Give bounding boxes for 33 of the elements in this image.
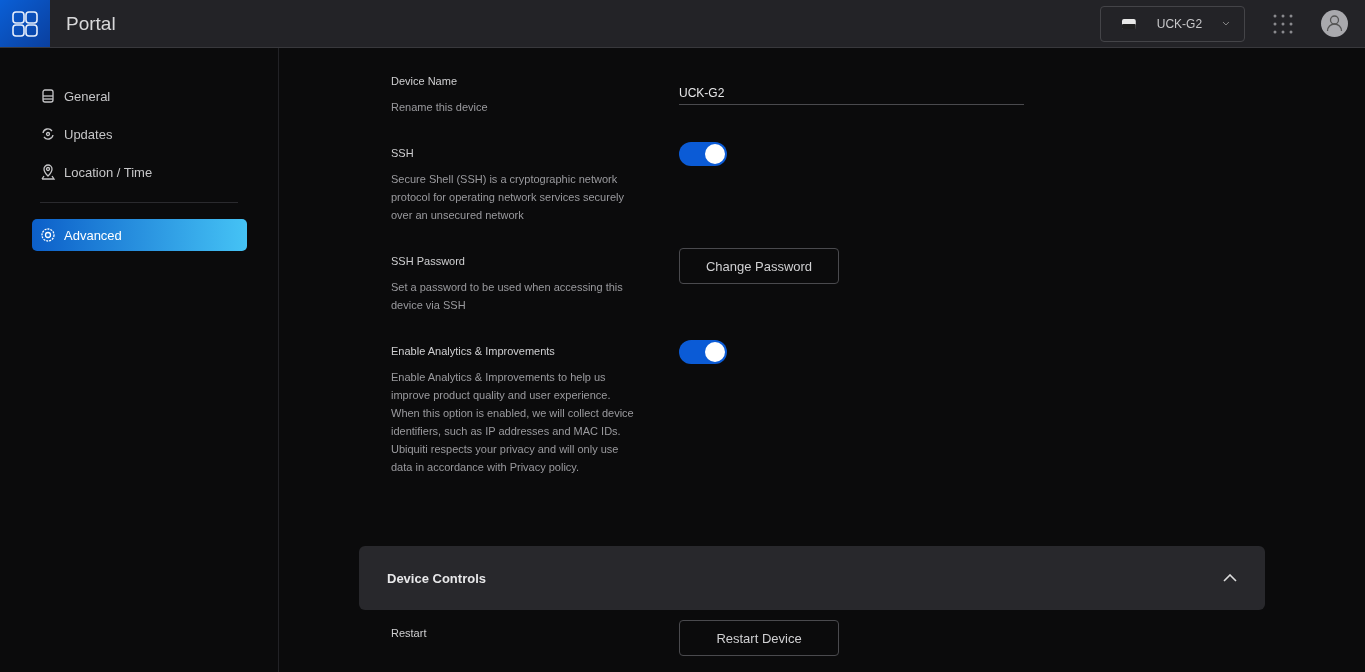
setting-description: Set a password to be used when accessing this device via SSH <box>391 280 624 313</box>
accordion-header[interactable]: Device Controls <box>359 546 1265 610</box>
device-icon <box>40 88 56 104</box>
outline-button[interactable]: Change Password <box>679 248 839 284</box>
app-title: Portal <box>66 12 116 35</box>
setting-description: Enable Analytics & Improvements to help us improve product quality and user experience. When this option is enabled, we will collect device identifiers, such as IP addresses and MAC IDs. Ubiquiti respects your privacy and will only use data in accordance with Privacy policy. <box>391 370 635 475</box>
device-selector[interactable]: UCK-G2 <box>1100 5 1245 42</box>
sidebar-item[interactable]: Updates <box>32 118 247 150</box>
setting-label: Enable Analytics & Improvements <box>391 344 556 358</box>
sidebar-item[interactable]: General <box>32 80 247 112</box>
user-avatar[interactable] <box>1321 10 1348 37</box>
setting-label: Restart <box>391 626 428 640</box>
device-name-field[interactable]: UCK-G2 <box>679 82 1024 105</box>
toggle-switch[interactable] <box>679 340 727 364</box>
gear-icon <box>40 227 56 243</box>
apps-grid-icon[interactable] <box>1273 13 1293 34</box>
setting-description: Rename this device <box>391 100 489 115</box>
setting-label: SSH <box>391 146 415 160</box>
location-pin-icon <box>40 164 56 180</box>
app-logo[interactable] <box>0 0 50 47</box>
setting-description: Secure Shell (SSH) is a cryptographic network protocol for operating network services securely over an unsecured network <box>391 172 625 223</box>
setting-label: SSH Password <box>391 254 466 268</box>
toggle-switch[interactable] <box>679 142 727 166</box>
sidebar-item[interactable]: Advanced <box>32 219 247 251</box>
refresh-icon <box>40 126 56 142</box>
outline-button[interactable]: Restart Device <box>679 620 839 656</box>
section-title: Device Controls <box>387 570 486 586</box>
device-icon <box>1121 17 1137 30</box>
sidebar-item[interactable]: Location / Time <box>32 156 247 188</box>
chevron-up-icon <box>1223 574 1237 582</box>
grid-logo-icon <box>11 9 39 38</box>
chevron-down-icon <box>1222 20 1230 27</box>
setting-label: Device Name <box>391 74 459 88</box>
